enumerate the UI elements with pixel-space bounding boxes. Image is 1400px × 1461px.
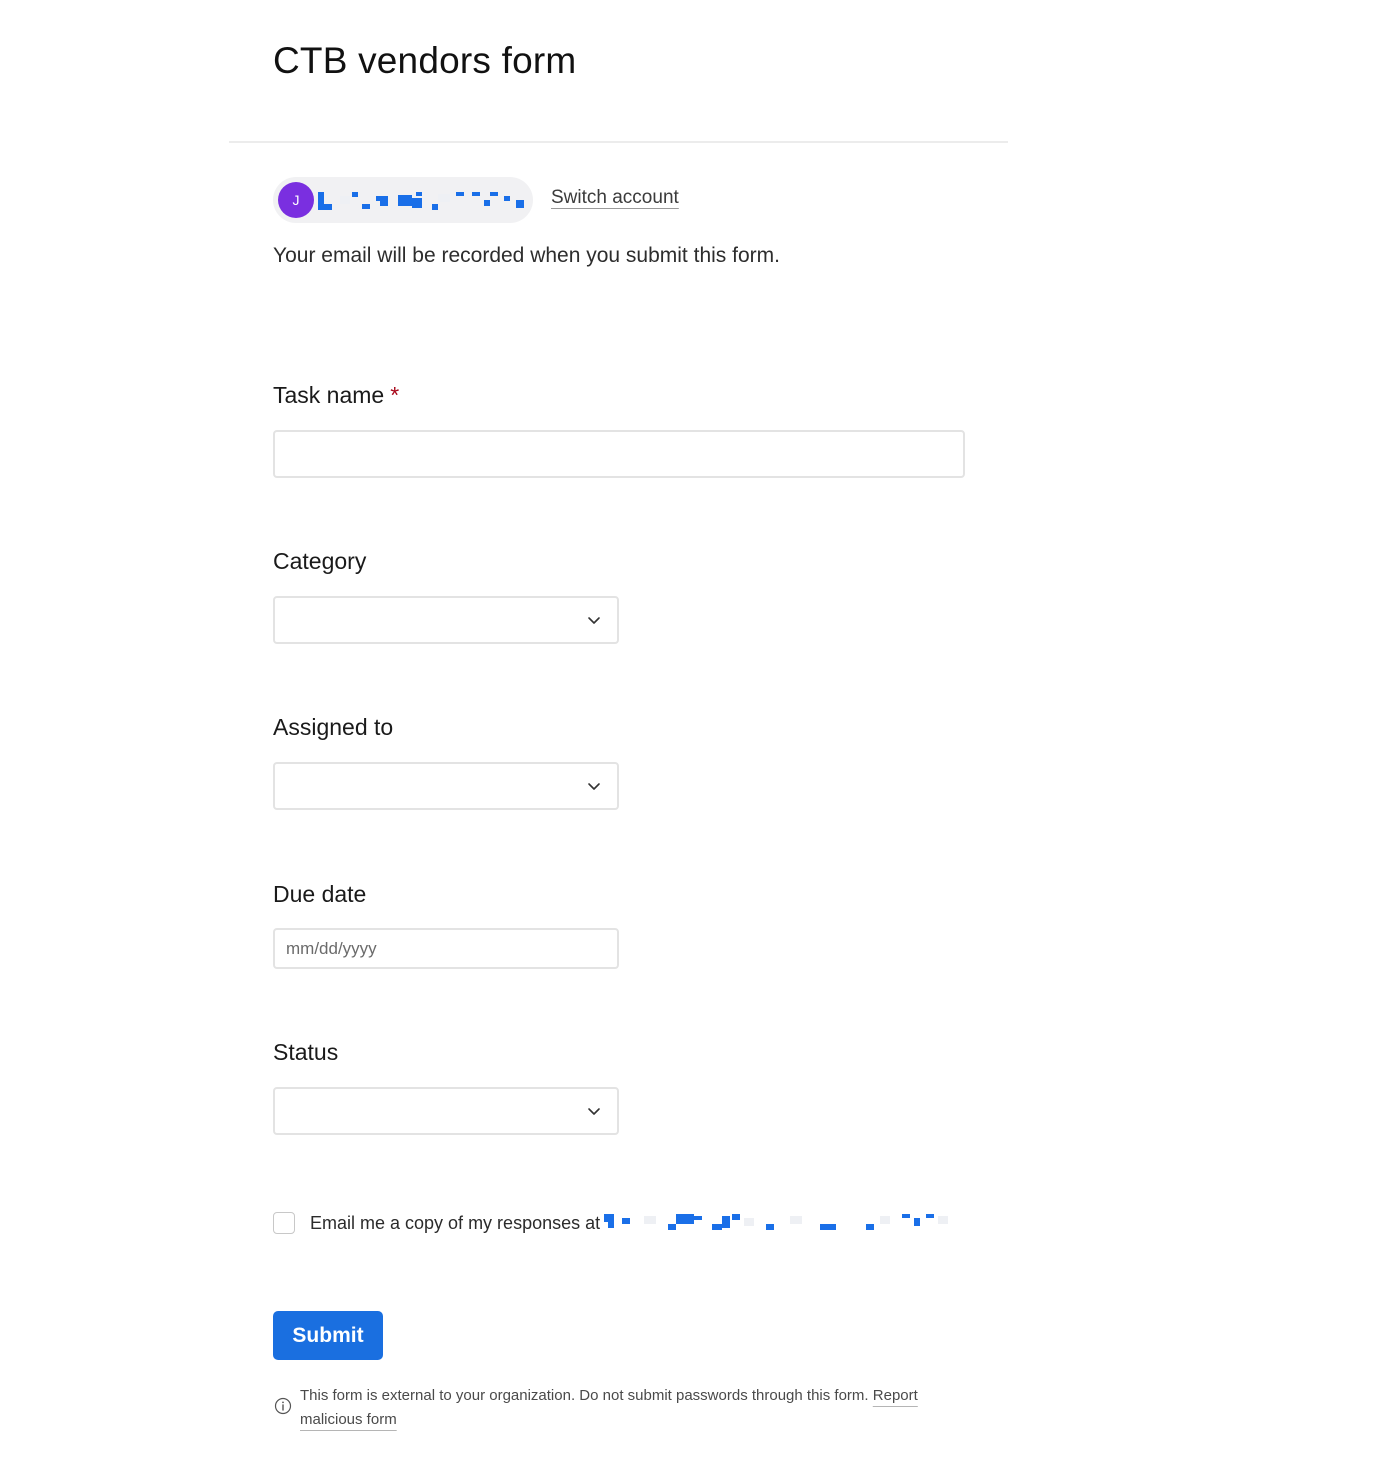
status-select[interactable] — [273, 1087, 619, 1135]
assigned-to-label: Assigned to — [273, 714, 394, 740]
submit-button[interactable]: Submit — [273, 1311, 383, 1360]
required-asterisk: * — [390, 382, 400, 408]
task-name-label-text: Task name — [273, 382, 385, 408]
assigned-to-select[interactable] — [273, 762, 619, 810]
email-copy-label: Email me a copy of my responses at — [310, 1213, 601, 1233]
external-form-notice-text: This form is external to your organizati… — [300, 1387, 869, 1404]
header-divider — [229, 141, 1008, 143]
category-select[interactable] — [273, 596, 619, 644]
due-date-input[interactable]: mm/dd/yyyy — [273, 928, 619, 969]
form-title: CTB vendors form — [273, 40, 577, 81]
status-label: Status — [273, 1039, 339, 1065]
switch-account-link[interactable]: Switch account — [551, 187, 679, 209]
due-date-placeholder: mm/dd/yyyy — [286, 938, 377, 958]
task-name-label: Task name * — [273, 382, 399, 409]
avatar: J — [278, 182, 314, 218]
task-name-input[interactable] — [273, 430, 965, 478]
redacted-copy-email — [604, 1212, 950, 1234]
external-form-notice: This form is external to your organizati… — [300, 1384, 970, 1432]
redacted-account-email — [318, 190, 528, 212]
due-date-label: Due date — [273, 881, 367, 907]
email-recorded-notice: Your email will be recorded when you sub… — [273, 244, 780, 267]
email-copy-checkbox[interactable] — [273, 1212, 295, 1234]
info-icon — [274, 1397, 292, 1415]
category-label: Category — [273, 548, 367, 574]
chevron-down-icon — [588, 783, 600, 790]
chevron-down-icon — [588, 617, 600, 624]
chevron-down-icon — [588, 1108, 600, 1115]
